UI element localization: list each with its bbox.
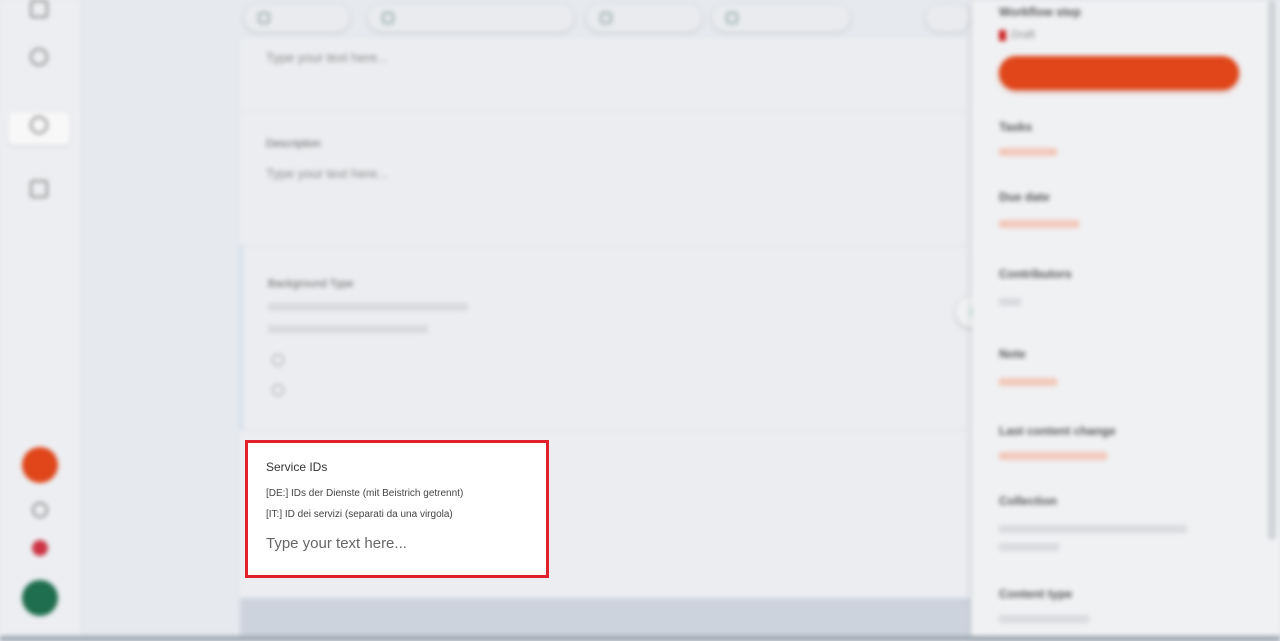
- tab-list[interactable]: [368, 4, 574, 32]
- list-icon: [382, 12, 394, 24]
- left-rail: [0, 0, 80, 641]
- form-section-top: Type your text here...: [240, 38, 970, 112]
- hint-text: [268, 303, 468, 311]
- notification-icon[interactable]: [32, 540, 48, 556]
- background-type-section: Background Type: [240, 246, 970, 430]
- description-input[interactable]: Type your text here...: [266, 166, 388, 181]
- radio-icon: [272, 384, 284, 397]
- globe-icon: [30, 116, 48, 134]
- collection-value: [999, 543, 1059, 551]
- contributors-label: Contributors: [999, 267, 1072, 281]
- toolbar: [240, 0, 970, 38]
- tab-grid[interactable]: [244, 4, 350, 32]
- background-type-label: Background Type: [268, 278, 354, 290]
- last-content-change-label: Last content change: [999, 424, 1116, 438]
- service-ids-hint-de: [DE:] IDs der Dienste (mit Beistrich get…: [266, 488, 464, 499]
- service-ids-hint-it: [IT:] ID dei servizi (separati da una vi…: [266, 509, 453, 520]
- note-value[interactable]: [999, 378, 1057, 386]
- rail-item-active[interactable]: [8, 112, 70, 145]
- rail-item-web[interactable]: [8, 48, 70, 69]
- tasks-label: Tasks: [999, 120, 1033, 134]
- text-placeholder[interactable]: Type your text here...: [266, 50, 388, 65]
- home-icon: [30, 0, 48, 18]
- briefcase-icon: [30, 180, 48, 198]
- bottom-strip: [240, 598, 970, 638]
- service-ids-input[interactable]: [266, 531, 526, 555]
- service-ids-field: Service IDs [DE:] IDs der Dienste (mit B…: [245, 440, 549, 578]
- right-panel: Workflow step Draft Tasks Due date Contr…: [972, 0, 1280, 641]
- content-type-value: [999, 615, 1089, 623]
- due-date-value[interactable]: [999, 220, 1079, 228]
- add-button[interactable]: [22, 447, 58, 483]
- workflow-step-value: Draft: [999, 29, 1035, 41]
- due-date-label: Due date: [999, 190, 1050, 204]
- rail-item-home[interactable]: [8, 0, 70, 21]
- tab-filter[interactable]: [586, 4, 702, 32]
- description-label: Description: [266, 138, 322, 150]
- workflow-action-button[interactable]: [999, 56, 1239, 90]
- last-content-change-value[interactable]: [999, 452, 1107, 460]
- description-section: Description Type your text here...: [240, 112, 970, 246]
- radio-option[interactable]: [272, 384, 290, 397]
- blurred-background: Type your text here... Description Type …: [0, 0, 1280, 641]
- avatar[interactable]: [22, 580, 58, 616]
- globe-icon: [30, 48, 48, 66]
- note-label: Note: [999, 347, 1026, 361]
- grid-icon: [258, 12, 270, 24]
- filter-icon: [600, 12, 612, 24]
- scrollbar[interactable]: [1268, 0, 1276, 540]
- bottom-border: [0, 636, 1280, 641]
- calendar-icon: [726, 12, 738, 24]
- tab-more[interactable]: [926, 4, 970, 32]
- help-icon[interactable]: [32, 502, 48, 518]
- tab-calendar[interactable]: [712, 4, 850, 32]
- workflow-step-label: Workflow step: [999, 5, 1081, 19]
- tasks-value[interactable]: [999, 148, 1057, 156]
- collection-label: Collection: [999, 494, 1058, 508]
- rail-item-briefcase[interactable]: [8, 180, 70, 201]
- radio-option[interactable]: [272, 354, 290, 367]
- radio-icon: [272, 354, 284, 367]
- collection-value: [999, 525, 1187, 533]
- content-type-label: Content type: [999, 587, 1073, 601]
- service-ids-label: Service IDs: [266, 460, 328, 474]
- hint-text: [268, 325, 428, 333]
- status-badge: [999, 29, 1006, 41]
- contributors-value: [999, 298, 1021, 306]
